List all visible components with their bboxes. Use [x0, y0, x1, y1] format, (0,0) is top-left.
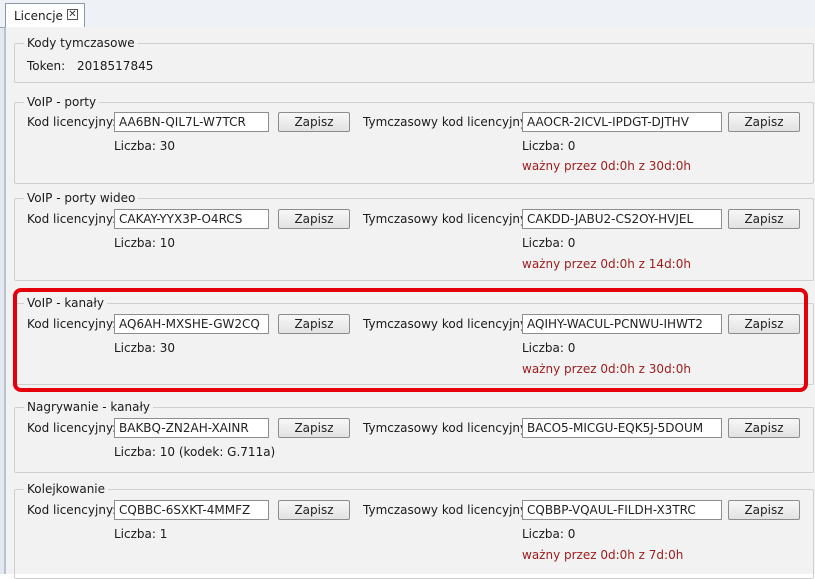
tab-strip: Licencje ✕ [0, 0, 815, 28]
license-code-input[interactable] [114, 314, 269, 334]
license-code-label: Kod licencyjny: [27, 212, 117, 226]
temp-license-validity: ważny przez 0d:0h z 30d:0h [522, 159, 691, 173]
license-code-input[interactable] [114, 418, 269, 438]
token-label: Token: [27, 59, 66, 73]
group-temp-codes: Kody tymczasowe Token: 2018517845 [14, 36, 814, 83]
group-queueing: Kolejkowanie Kod licencyjny: Zapisz Tymc… [14, 482, 814, 579]
license-code-label: Kod licencyjny: [27, 115, 117, 129]
group-title: VoIP - kanały [24, 296, 107, 310]
group-voip-ports: VoIP - porty Kod licencyjny: Zapisz Tymc… [14, 95, 814, 184]
license-code-label: Kod licencyjny: [27, 421, 117, 435]
temp-license-code-input[interactable] [522, 314, 722, 334]
temp-license-code-input[interactable] [522, 209, 722, 229]
save-button[interactable]: Zapisz [278, 112, 350, 132]
temp-license-code-input[interactable] [522, 418, 722, 438]
tab-licencje[interactable]: Licencje ✕ [5, 3, 85, 27]
group-title: VoIP - porty [24, 95, 100, 109]
group-title: Kody tymczasowe [24, 36, 138, 50]
save-temp-button[interactable]: Zapisz [728, 209, 800, 229]
license-code-input[interactable] [114, 500, 269, 520]
group-title: VoIP - porty wideo [24, 191, 139, 205]
license-code-label: Kod licencyjny: [27, 317, 117, 331]
license-code-label: Kod licencyjny: [27, 503, 117, 517]
group-recording-channels: Nagrywanie - kanały Kod licencyjny: Zapi… [14, 400, 814, 473]
tab-label: Licencje [14, 9, 63, 23]
group-voip-video-ports: VoIP - porty wideo Kod licencyjny: Zapis… [14, 191, 814, 281]
save-temp-button[interactable]: Zapisz [728, 112, 800, 132]
temp-license-code-label: Tymczasowy kod licencyjny: [363, 212, 531, 226]
licenses-panel: Kody tymczasowe Token: 2018517845 VoIP -… [5, 27, 815, 579]
license-count: Liczba: 30 [114, 341, 176, 355]
temp-license-count: Liczba: 0 [522, 341, 576, 355]
temp-license-code-label: Tymczasowy kod licencyjny: [363, 317, 531, 331]
group-title: Kolejkowanie [24, 482, 109, 496]
temp-license-count: Liczba: 0 [522, 236, 576, 250]
temp-license-code-label: Tymczasowy kod licencyjny: [363, 421, 531, 435]
temp-license-code-input[interactable] [522, 112, 722, 132]
token-value: 2018517845 [77, 59, 154, 73]
group-voip-channels: VoIP - kanały Kod licencyjny: Zapisz Tym… [14, 296, 814, 385]
license-code-input[interactable] [114, 209, 269, 229]
save-button[interactable]: Zapisz [278, 314, 350, 334]
license-count: Liczba: 10 (kodek: G.711a) [114, 445, 276, 459]
temp-license-validity: ważny przez 0d:0h z 7d:0h [522, 548, 684, 562]
temp-license-validity: ważny przez 0d:0h z 14d:0h [522, 257, 691, 271]
temp-license-count: Liczba: 0 [522, 527, 576, 541]
save-temp-button[interactable]: Zapisz [728, 418, 800, 438]
temp-license-code-input[interactable] [522, 500, 722, 520]
group-title: Nagrywanie - kanały [24, 400, 153, 414]
license-count: Liczba: 1 [114, 527, 168, 541]
save-button[interactable]: Zapisz [278, 418, 350, 438]
save-temp-button[interactable]: Zapisz [728, 500, 800, 520]
license-count: Liczba: 30 [114, 139, 176, 153]
license-count: Liczba: 10 [114, 236, 176, 250]
save-button[interactable]: Zapisz [278, 500, 350, 520]
temp-license-code-label: Tymczasowy kod licencyjny: [363, 115, 531, 129]
save-temp-button[interactable]: Zapisz [728, 314, 800, 334]
temp-license-count: Liczba: 0 [522, 139, 576, 153]
temp-license-code-label: Tymczasowy kod licencyjny: [363, 503, 531, 517]
close-icon[interactable]: ✕ [67, 9, 78, 20]
license-code-input[interactable] [114, 112, 269, 132]
temp-license-validity: ważny przez 0d:0h z 30d:0h [522, 362, 691, 376]
save-button[interactable]: Zapisz [278, 209, 350, 229]
